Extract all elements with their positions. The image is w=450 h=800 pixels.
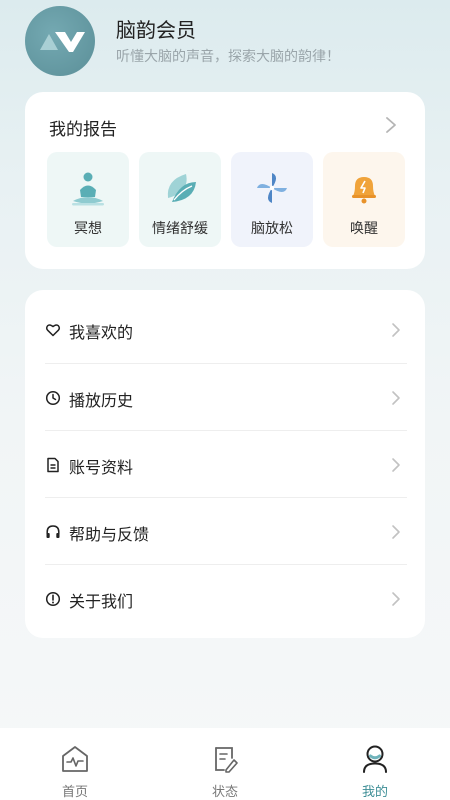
info-icon — [45, 591, 61, 607]
meditation-icon — [72, 172, 104, 206]
status-notebook-icon — [215, 747, 238, 773]
tab-status[interactable]: 状态 — [150, 728, 300, 800]
report-tile-label: 情绪舒缓 — [152, 221, 208, 237]
chevron-right-icon — [392, 525, 400, 539]
report-card: 我的报告 冥想 情绪舒缓 脑放松 唤醒 — [25, 92, 425, 269]
menu-item-account[interactable]: 账号资料 — [25, 431, 425, 498]
headset-icon — [46, 525, 60, 538]
profile-header: 脑韵会员 听懂大脑的声音，探索大脑的韵律！ — [0, 0, 450, 90]
chevron-right-icon — [392, 323, 400, 337]
tab-label: 我的 — [361, 785, 388, 800]
report-tile-label: 冥想 — [74, 221, 102, 237]
report-tile-label: 唤醒 — [350, 221, 378, 237]
heart-icon — [45, 324, 61, 337]
report-title[interactable]: 我的报告 — [49, 115, 117, 140]
app-logo — [25, 6, 95, 76]
bottom-tab-bar: 首页 状态 我的 — [0, 728, 450, 800]
app-name: 脑韵会员 — [116, 18, 196, 42]
menu-item-label: 播放历史 — [69, 391, 134, 410]
chevron-right-icon — [392, 391, 400, 405]
tab-profile[interactable]: 我的 — [300, 728, 450, 800]
menu-item-about[interactable]: 关于我们 — [25, 565, 425, 632]
home-icon — [62, 746, 88, 772]
clock-icon — [45, 390, 61, 406]
tab-home[interactable]: 首页 — [0, 728, 150, 800]
menu-item-label: 账号资料 — [69, 458, 134, 477]
menu-card: 我喜欢的 播放历史 账号资料 帮助与反馈 关于我们 — [25, 290, 425, 638]
report-tile-emotion[interactable]: 情绪舒缓 — [139, 152, 221, 247]
tab-label: 首页 — [61, 785, 88, 800]
app-slogan: 听懂大脑的声音，探索大脑的韵律！ — [116, 49, 340, 65]
menu-item-label: 帮助与反馈 — [69, 525, 150, 544]
menu-item-history[interactable]: 播放历史 — [25, 364, 425, 431]
menu-item-help[interactable]: 帮助与反馈 — [25, 498, 425, 565]
tab-label: 状态 — [211, 785, 238, 800]
leaf-icon — [167, 174, 196, 202]
report-tiles: 冥想 情绪舒缓 脑放松 唤醒 — [47, 152, 407, 247]
report-tile-wake[interactable]: 唤醒 — [323, 152, 405, 247]
report-tile-label: 脑放松 — [251, 221, 293, 237]
menu-item-favorites[interactable]: 我喜欢的 — [25, 296, 425, 363]
pinwheel-icon — [257, 173, 287, 203]
chevron-right-icon — [392, 458, 400, 472]
profile-icon — [363, 745, 387, 773]
chevron-right-icon — [392, 592, 400, 606]
report-tile-relax[interactable]: 脑放松 — [231, 152, 313, 247]
alarm-bell-icon — [352, 177, 376, 204]
report-tile-meditation[interactable]: 冥想 — [47, 152, 129, 247]
menu-item-label: 我喜欢的 — [69, 323, 134, 342]
document-icon — [47, 457, 59, 473]
chevron-right-icon[interactable] — [385, 116, 397, 134]
menu-item-label: 关于我们 — [69, 592, 134, 611]
